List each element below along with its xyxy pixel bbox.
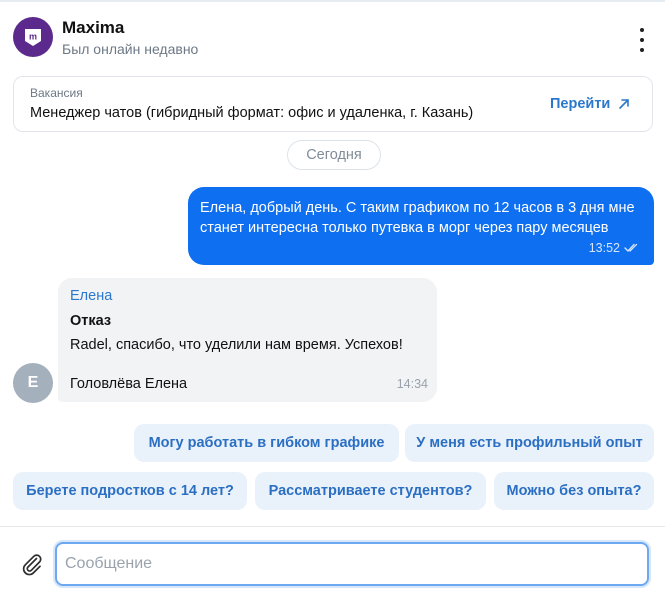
sender-name[interactable]: Елена [70, 288, 112, 304]
open-vacancy-link[interactable]: Перейти [550, 96, 630, 112]
open-vacancy-label: Перейти [550, 96, 611, 112]
quick-reply-button[interactable]: У меня есть профильный опыт [405, 424, 654, 462]
message-text: Radel, спасибо, что уделили нам время. У… [70, 337, 403, 353]
quick-reply-button[interactable]: Можно без опыта? [494, 472, 654, 510]
outgoing-message[interactable]: Елена, добрый день. С таким графиком по … [188, 187, 654, 265]
paperclip-icon[interactable] [18, 550, 46, 578]
quick-reply-button[interactable]: Могу работать в гибком графике [134, 424, 399, 462]
date-separator: Сегодня [287, 140, 381, 170]
message-time: 14:34 [396, 377, 428, 391]
message-signature: Головлёва Елена [70, 376, 188, 392]
vacancy-card: Вакансия Менеджер чатов (гибридный форма… [13, 76, 653, 132]
incoming-message[interactable]: Елена Отказ Radel, спасибо, что уделили … [58, 278, 437, 402]
external-arrow-icon [619, 99, 630, 109]
double-check-icon [624, 243, 638, 252]
quick-reply-button[interactable]: Рассматриваете студентов? [255, 472, 486, 510]
vacancy-label: Вакансия [30, 86, 83, 100]
message-input[interactable] [55, 542, 649, 586]
vacancy-title: Менеджер чатов (гибридный формат: офис и… [30, 105, 474, 121]
message-heading: Отказ [70, 313, 112, 329]
message-text: Елена, добрый день. С таким графиком по … [200, 200, 635, 236]
composer-divider [0, 526, 665, 527]
avatar[interactable]: E [13, 363, 53, 403]
online-status: Был онлайн недавно [62, 41, 199, 57]
svg-text:m: m [29, 32, 37, 42]
company-name[interactable]: Maxima [62, 18, 124, 38]
message-meta: 13:52 [589, 241, 640, 255]
chat-header: m Maxima Был онлайн недавно [0, 0, 665, 68]
kebab-menu-icon[interactable] [632, 28, 652, 52]
message-time: 13:52 [588, 241, 620, 255]
quick-reply-button[interactable]: Берете подростков с 14 лет? [13, 472, 247, 510]
maxima-logo-icon[interactable]: m [13, 17, 53, 57]
